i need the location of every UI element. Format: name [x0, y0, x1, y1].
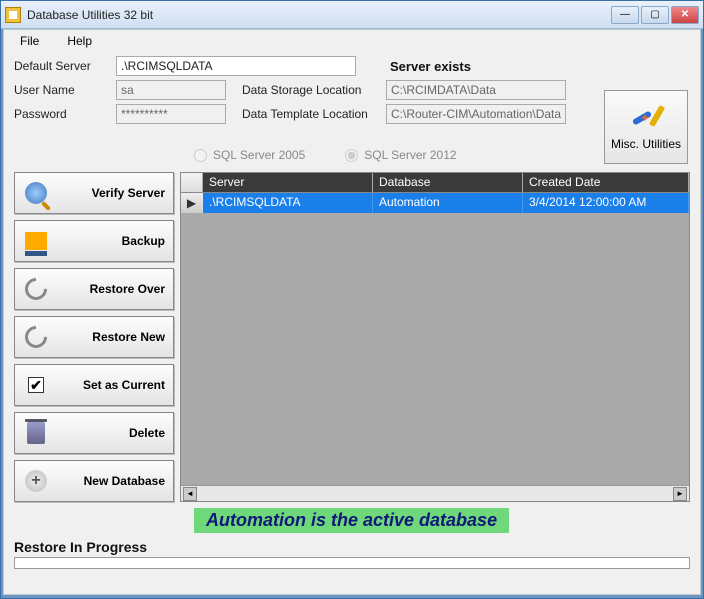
row-indicator-icon: ▶	[181, 193, 203, 213]
cell-database: Automation	[373, 193, 523, 213]
menubar: File Help	[4, 30, 700, 52]
left-form: Default Server Server exists User Name D…	[14, 56, 690, 128]
backup-button[interactable]: Backup	[14, 220, 174, 262]
grid-header: Server Database Created Date	[181, 173, 689, 193]
radio-sql2012-input	[345, 149, 358, 162]
delete-label: Delete	[129, 426, 165, 440]
grid-header-created[interactable]: Created Date	[523, 173, 689, 192]
grid-header-server[interactable]: Server	[203, 173, 373, 192]
reload-icon	[23, 324, 49, 350]
default-server-input[interactable]	[116, 56, 356, 76]
cell-created: 3/4/2014 12:00:00 AM	[523, 193, 689, 213]
misc-utilities-button[interactable]: ✦ Misc. Utilities	[604, 90, 688, 164]
grid-header-database[interactable]: Database	[373, 173, 523, 192]
app-icon	[5, 7, 21, 23]
plus-icon: +	[23, 468, 49, 494]
table-row[interactable]: ▶ .\RCIMSQLDATA Automation 3/4/2014 12:0…	[181, 193, 689, 213]
progress-bar	[14, 557, 690, 569]
magnifier-icon	[23, 180, 49, 206]
verify-server-label: Verify Server	[92, 186, 165, 200]
maximize-button[interactable]: ▢	[641, 6, 669, 24]
check-icon	[23, 372, 49, 398]
window-controls: — ▢ ✕	[611, 6, 699, 24]
restore-over-button[interactable]: Restore Over	[14, 268, 174, 310]
data-template-input[interactable]	[386, 104, 566, 124]
new-database-button[interactable]: + New Database	[14, 460, 174, 502]
menu-help[interactable]: Help	[59, 32, 100, 50]
titlebar: Database Utilities 32 bit — ▢ ✕	[1, 1, 703, 29]
data-storage-input[interactable]	[386, 80, 566, 100]
data-template-label: Data Template Location	[242, 107, 382, 121]
reload-icon	[23, 276, 49, 302]
scroll-left-icon[interactable]: ◄	[183, 487, 197, 501]
backup-icon	[23, 228, 49, 254]
radio-sql2012: SQL Server 2012	[345, 148, 456, 162]
app-window: Database Utilities 32 bit — ▢ ✕ File Hel…	[0, 0, 704, 599]
delete-button[interactable]: Delete	[14, 412, 174, 454]
close-button[interactable]: ✕	[671, 6, 699, 24]
username-input[interactable]	[116, 80, 226, 100]
main-area: Verify Server Backup Restore Over Restor…	[4, 172, 700, 502]
radio-sql2005: SQL Server 2005	[194, 148, 305, 162]
active-database-banner: Automation is the active database	[194, 508, 509, 533]
database-grid[interactable]: Server Database Created Date ▶ .\RCIMSQL…	[180, 172, 690, 502]
verify-server-button[interactable]: Verify Server	[14, 172, 174, 214]
radio-sql2005-input	[194, 149, 207, 162]
grid-header-rowselect	[181, 173, 203, 192]
window-title: Database Utilities 32 bit	[27, 8, 611, 22]
restore-over-label: Restore Over	[90, 282, 165, 296]
minimize-button[interactable]: —	[611, 6, 639, 24]
set-current-button[interactable]: Set as Current	[14, 364, 174, 406]
password-input[interactable]	[116, 104, 226, 124]
username-label: User Name	[14, 83, 112, 97]
backup-label: Backup	[122, 234, 165, 248]
restore-new-button[interactable]: Restore New	[14, 316, 174, 358]
grid-body	[181, 213, 689, 485]
trash-icon	[23, 420, 49, 446]
set-current-label: Set as Current	[83, 378, 165, 392]
form-area: Default Server Server exists User Name D…	[4, 52, 700, 130]
data-storage-label: Data Storage Location	[242, 83, 382, 97]
horizontal-scrollbar[interactable]: ◄ ►	[181, 485, 689, 501]
progress-label: Restore In Progress	[14, 539, 700, 555]
restore-new-label: Restore New	[92, 330, 165, 344]
default-server-label: Default Server	[14, 59, 112, 73]
server-exists-label: Server exists	[390, 59, 471, 74]
client-area: File Help Default Server Server exists U…	[3, 29, 701, 595]
tools-icon: ✦	[630, 103, 662, 131]
menu-file[interactable]: File	[12, 32, 47, 50]
misc-utilities-label: Misc. Utilities	[611, 137, 681, 151]
password-label: Password	[14, 107, 112, 121]
side-buttons: Verify Server Backup Restore Over Restor…	[14, 172, 174, 502]
cell-server: .\RCIMSQLDATA	[203, 193, 373, 213]
scroll-right-icon[interactable]: ►	[673, 487, 687, 501]
new-database-label: New Database	[84, 474, 165, 488]
